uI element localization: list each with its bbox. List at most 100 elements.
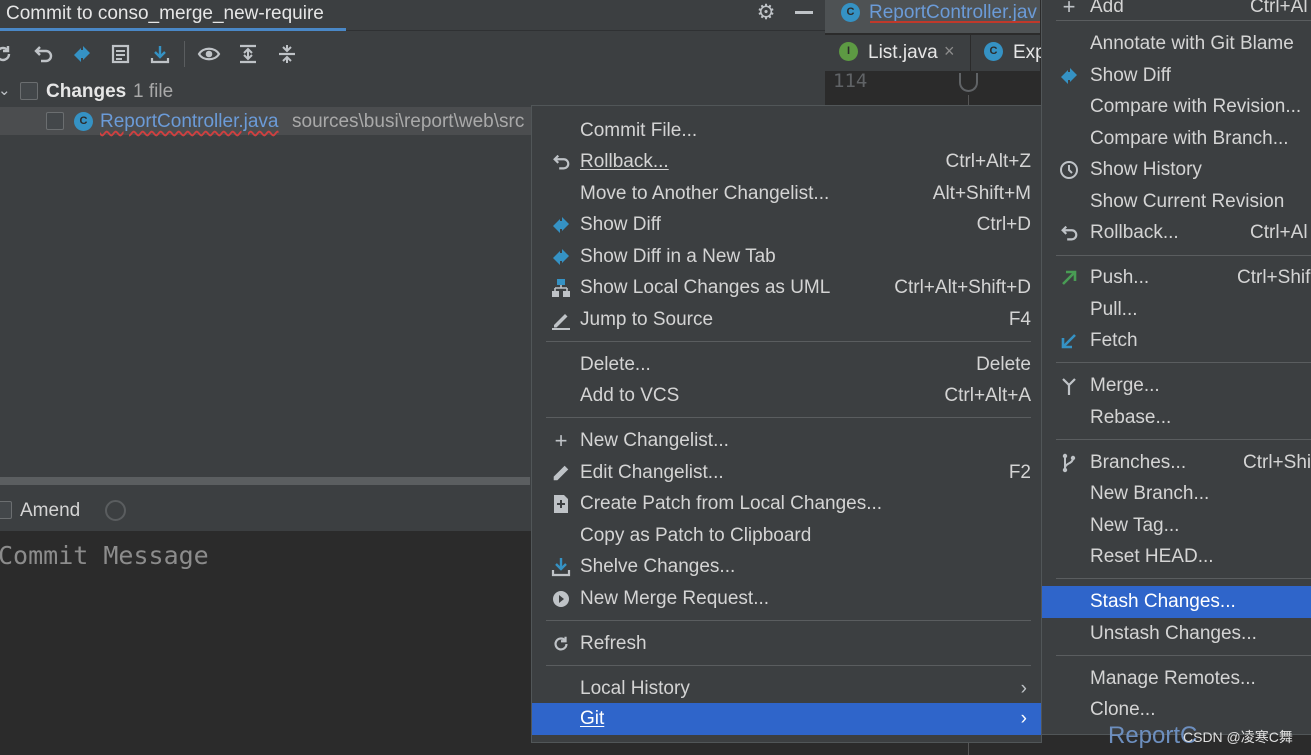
tab-divider [970, 35, 971, 71]
menu-item-show-uml[interactable]: Show Local Changes as UML Ctrl+Alt+Shift… [532, 272, 1041, 303]
menu-item-label: Pull... [1090, 299, 1138, 320]
menu-item-label: Show Diff [1090, 65, 1171, 86]
menu-item-shortcut: Ctrl+D [976, 214, 1031, 235]
git-item-merge[interactable]: Merge... [1042, 370, 1311, 401]
collapse-all-icon[interactable] [274, 41, 300, 67]
fold-marker-icon[interactable] [959, 73, 978, 92]
git-item-push[interactable]: Push... Ctrl+Shif [1042, 262, 1311, 293]
patch-icon [550, 493, 572, 515]
plus-icon: + [554, 428, 568, 453]
changelist-icon[interactable] [108, 41, 134, 67]
changes-checkbox[interactable] [20, 82, 38, 100]
chevron-down-icon[interactable]: ⌄ [0, 81, 11, 99]
tab-report-controller[interactable]: C ReportController.jav [825, 0, 1040, 33]
menu-item-jump-to-source[interactable]: Jump to Source F4 [532, 304, 1041, 335]
menu-item-label: Show Diff in a New Tab [580, 246, 776, 267]
menu-item-move-changelist[interactable]: Move to Another Changelist... Alt+Shift+… [532, 178, 1041, 209]
menu-item-local-history[interactable]: Local History › [532, 673, 1041, 704]
scrollbar-thumb[interactable] [0, 477, 530, 485]
menu-item-new-merge-request[interactable]: New Merge Request... [532, 583, 1041, 614]
git-item-new-tag[interactable]: New Tag... [1042, 510, 1311, 541]
menu-item-add-to-vcs[interactable]: Add to VCS Ctrl+Alt+A [532, 380, 1041, 411]
file-path: sources\busi\report\web\src [292, 111, 525, 132]
menu-item-label: Unstash Changes... [1090, 623, 1257, 644]
plus-icon: + [1062, 0, 1076, 19]
menu-item-refresh[interactable]: Refresh [532, 628, 1041, 659]
menu-item-git[interactable]: Git › [532, 703, 1041, 735]
git-item-rebase[interactable]: Rebase... [1042, 402, 1311, 433]
menu-item-label: Show Diff [580, 214, 661, 235]
git-item-manage-remotes[interactable]: Manage Remotes... [1042, 663, 1311, 694]
branch-icon [1058, 452, 1080, 474]
menu-item-show-diff[interactable]: Show Diff Ctrl+D [532, 209, 1041, 240]
changes-node-row[interactable]: ⌄ Changes 1 file [0, 78, 825, 106]
menu-item-shelve[interactable]: Shelve Changes... [532, 551, 1041, 582]
minimize-icon[interactable] [795, 11, 813, 14]
git-item-show-diff[interactable]: Show Diff [1042, 60, 1311, 91]
menu-item-shortcut: Ctrl+Alt+Z [945, 151, 1031, 172]
git-item-current-revision[interactable]: Show Current Revision [1042, 186, 1311, 217]
menu-separator [1056, 655, 1311, 656]
menu-item-label: Git [580, 708, 605, 729]
java-class-icon: C [74, 112, 93, 131]
menu-item-copy-patch[interactable]: Copy as Patch to Clipboard [532, 520, 1041, 551]
menu-item-rollback[interactable]: Rollback... Ctrl+Alt+Z [532, 146, 1041, 177]
pencil-icon [550, 462, 572, 484]
git-item-unstash[interactable]: Unstash Changes... [1042, 618, 1311, 649]
expand-all-icon[interactable] [235, 41, 261, 67]
diff-icon [550, 214, 572, 236]
rollback-icon[interactable] [30, 41, 56, 67]
menu-item-create-patch[interactable]: Create Patch from Local Changes... [532, 488, 1041, 519]
git-item-new-branch[interactable]: New Branch... [1042, 478, 1311, 509]
git-item-clone[interactable]: Clone... [1042, 694, 1311, 725]
gear-icon[interactable]: ⚙ [755, 2, 777, 24]
menu-item-label: Create Patch from Local Changes... [580, 493, 883, 514]
git-item-rollback[interactable]: Rollback... Ctrl+Al [1042, 217, 1311, 248]
menu-item-label: Stash Changes... [1090, 591, 1236, 612]
menu-separator [1056, 255, 1311, 256]
menu-item-label: Show Local Changes as UML [580, 277, 831, 298]
file-checkbox[interactable] [46, 112, 64, 130]
menu-item-shortcut: Ctrl+Al [1250, 222, 1308, 243]
refresh-icon [550, 633, 572, 655]
menu-item-label: Push... [1090, 267, 1150, 288]
file-name: ReportController.java [100, 111, 279, 132]
uml-icon [550, 277, 572, 299]
git-item-add[interactable]: + Add Ctrl+Al [1042, 0, 1311, 22]
download-icon[interactable] [147, 41, 173, 67]
eye-icon[interactable] [196, 41, 222, 67]
menu-item-label: Show Current Revision [1090, 191, 1285, 212]
menu-item-new-changelist[interactable]: + New Changelist... [532, 425, 1041, 456]
clock-icon[interactable] [105, 500, 126, 521]
git-item-compare-branch[interactable]: Compare with Branch... [1042, 123, 1311, 154]
menu-item-shortcut: Alt+Shift+M [932, 183, 1031, 204]
git-submenu: + Add Ctrl+Al Annotate with Git Blame Sh… [1041, 0, 1311, 735]
menu-separator [546, 341, 1031, 342]
menu-item-show-diff-new-tab[interactable]: Show Diff in a New Tab [532, 241, 1041, 272]
git-item-branches[interactable]: Branches... Ctrl+Shi [1042, 447, 1311, 478]
git-item-fetch[interactable]: Fetch [1042, 325, 1311, 356]
refresh-icon[interactable] [0, 41, 16, 67]
menu-item-delete[interactable]: Delete... Delete [532, 349, 1041, 380]
diff-icon[interactable] [69, 41, 95, 67]
git-item-compare-revision[interactable]: Compare with Revision... [1042, 91, 1311, 122]
git-item-annotate[interactable]: Annotate with Git Blame [1042, 28, 1311, 59]
commit-message-placeholder: Commit Message [0, 541, 209, 570]
git-item-show-history[interactable]: Show History [1042, 154, 1311, 185]
menu-item-commit-file[interactable]: Commit File... [532, 115, 1041, 146]
git-item-stash[interactable]: Stash Changes... [1042, 586, 1311, 618]
menu-item-shortcut: Ctrl+Shi [1243, 452, 1311, 473]
menu-item-edit-changelist[interactable]: Edit Changelist... F2 [532, 457, 1041, 488]
shelve-icon [550, 556, 572, 578]
menu-item-label: Refresh [580, 633, 647, 654]
close-icon[interactable]: × [944, 41, 955, 62]
tab-list-label[interactable]: List.java [868, 42, 938, 64]
git-item-reset-head[interactable]: Reset HEAD... [1042, 541, 1311, 572]
commit-tool-window-title[interactable]: Commit to conso_merge_new-require [6, 3, 324, 25]
menu-item-shortcut: Ctrl+Alt+Shift+D [894, 277, 1031, 298]
amend-checkbox[interactable] [0, 501, 12, 519]
menu-item-label: Move to Another Changelist... [580, 183, 830, 204]
menu-item-label: New Changelist... [580, 430, 729, 451]
git-item-pull[interactable]: Pull... [1042, 294, 1311, 325]
amend-label[interactable]: Amend [20, 500, 80, 522]
